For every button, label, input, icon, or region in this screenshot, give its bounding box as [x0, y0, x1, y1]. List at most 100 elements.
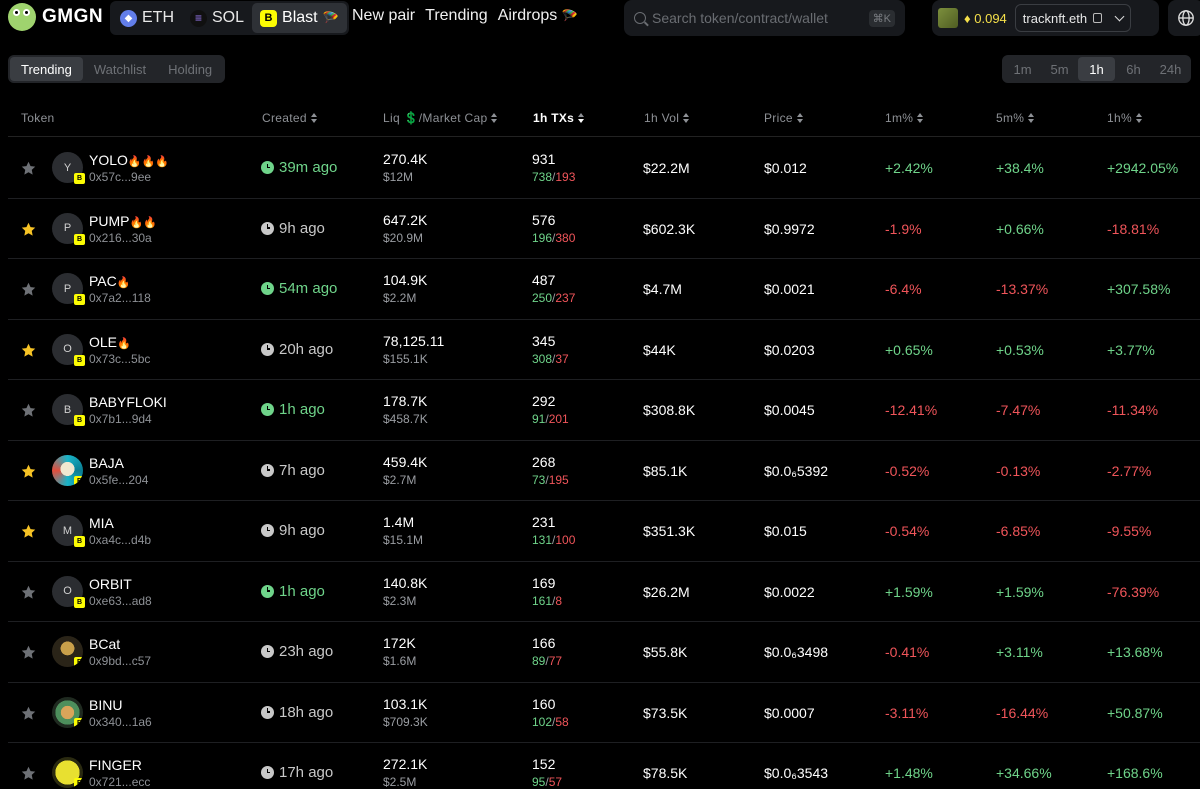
cube-avatar-icon[interactable] [938, 8, 958, 28]
change-1m: -0.52% [885, 462, 930, 479]
table-row[interactable]: B BCat 0x9bd...c57 23h ago 172K $1.6M 16… [8, 622, 1200, 683]
table-row[interactable]: M B MIA 0xa4c...d4b 9h ago 1.4M $15.1M 2… [8, 501, 1200, 562]
star-icon[interactable] [20, 765, 37, 782]
star-shape [21, 161, 36, 175]
star-icon[interactable] [20, 402, 37, 419]
clock-icon [261, 463, 274, 477]
market-cap-value: $2.5M [383, 775, 417, 789]
chain-blast[interactable]: B Blast 🪂 [252, 3, 347, 33]
star-icon[interactable] [20, 705, 37, 722]
interval-6h[interactable]: 6h [1115, 57, 1152, 81]
token-name[interactable]: PUMP🔥🔥 [89, 213, 157, 229]
token-name[interactable]: FINGER [89, 757, 142, 773]
table-row[interactable]: B BINU 0x340...1a6 18h ago 103.1K $709.3… [8, 683, 1200, 743]
table-row[interactable]: O B ORBIT 0xe63...ad8 1h ago 140.8K $2.3… [8, 562, 1200, 622]
interval-1h[interactable]: 1h [1078, 57, 1115, 81]
frog-logo-icon [8, 3, 36, 31]
chain-eth[interactable]: ◆ ETH [112, 3, 182, 33]
tx-count: 487 [532, 272, 556, 288]
created-age: 1h ago [261, 583, 325, 600]
table-row[interactable]: B FINGER 0x721...ecc 17h ago 272.1K $2.5… [8, 743, 1200, 789]
token-address[interactable]: 0x57c...9ee [89, 170, 151, 184]
star-icon[interactable] [20, 584, 37, 601]
token-address[interactable]: 0x5fe...204 [89, 473, 148, 487]
token-name[interactable]: BAJA [89, 455, 124, 471]
star-icon[interactable] [20, 160, 37, 177]
avatar-initial: P [63, 282, 72, 295]
tab-trending[interactable]: Trending [10, 57, 83, 81]
parachute-icon: 🪂 [561, 8, 578, 23]
tab-holding[interactable]: Holding [157, 57, 223, 81]
sort-icon [683, 113, 690, 123]
token-name[interactable]: OLE🔥 [89, 334, 131, 350]
table-row[interactable]: B B BABYFLOKI 0x7b1...9d4 1h ago 178.7K … [8, 380, 1200, 441]
tx-count: 931 [532, 151, 556, 167]
table-row[interactable]: O B OLE🔥 0x73c...5bc 20h ago 78,125.11 $… [8, 320, 1200, 380]
token-name[interactable]: PAC🔥 [89, 273, 130, 289]
token-address[interactable]: 0xe63...ad8 [89, 594, 152, 608]
header-5m[interactable]: 5m% [996, 111, 1035, 125]
header-label: 1m% [885, 111, 914, 125]
star-shape [21, 282, 36, 296]
star-icon[interactable] [20, 644, 37, 661]
star-shape [21, 766, 36, 780]
header-1h[interactable]: 1h% [1107, 111, 1142, 125]
blast-badge-icon: B [74, 475, 83, 486]
market-cap-value: $709.3K [383, 714, 428, 729]
copy-icon[interactable] [1093, 13, 1103, 23]
token-name[interactable]: BINU [89, 697, 122, 713]
token-address[interactable]: 0x73c...5bc [89, 352, 150, 366]
volume-value: $4.7M [643, 281, 682, 297]
created-value: 7h ago [279, 461, 325, 479]
header-liquidity[interactable]: Liq 💲/Market Cap [383, 111, 498, 125]
token-address[interactable]: 0x340...1a6 [89, 715, 152, 729]
token-name[interactable]: MIA [89, 515, 114, 531]
header-created[interactable]: Created [262, 111, 317, 125]
star-icon[interactable] [20, 342, 37, 359]
token-name[interactable]: ORBIT [89, 576, 132, 592]
header-1m[interactable]: 1m% [885, 111, 924, 125]
star-icon[interactable] [20, 463, 37, 480]
token-name[interactable]: YOLO🔥🔥🔥 [89, 152, 169, 168]
star-icon[interactable] [20, 523, 37, 540]
header-price[interactable]: Price [764, 111, 803, 125]
change-1h: -76.39% [1107, 583, 1160, 600]
table-row[interactable]: B BAJA 0x5fe...204 7h ago 459.4K $2.7M 2… [8, 441, 1200, 501]
token-address[interactable]: 0x9bd...c57 [89, 654, 151, 668]
token-address[interactable]: 0x721...ecc [89, 775, 150, 789]
interval-24h[interactable]: 24h [1152, 57, 1189, 81]
table-row[interactable]: Y B YOLO🔥🔥🔥 0x57c...9ee 39m ago 270.4K $… [8, 138, 1200, 199]
token-address[interactable]: 0x7b1...9d4 [89, 412, 152, 426]
token-name[interactable]: BCat [89, 636, 120, 652]
change-1h: +3.77% [1107, 341, 1155, 358]
nav-airdrops[interactable]: Airdrops 🪂 [498, 7, 578, 25]
token-name[interactable]: BABYFLOKI [89, 394, 167, 410]
tab-watchlist[interactable]: Watchlist [83, 57, 157, 81]
table-row[interactable]: P B PUMP🔥🔥 0x216...30a 9h ago 647.2K $20… [8, 199, 1200, 259]
liquidity-value: 140.8K [383, 574, 428, 591]
language-button[interactable] [1168, 0, 1200, 36]
sell-count: 195 [548, 472, 569, 487]
chain-sol[interactable]: ≡ SOL [182, 3, 252, 33]
nav-new-pair[interactable]: New pair [352, 7, 415, 25]
brand-logo[interactable]: GMGN [8, 3, 103, 31]
star-icon[interactable] [20, 281, 37, 298]
token-address[interactable]: 0x216...30a [89, 231, 152, 245]
sell-count: 58 [555, 714, 569, 729]
search-box[interactable]: ⌘K [624, 0, 905, 36]
token-address[interactable]: 0x7a2...118 [89, 291, 151, 305]
table-row[interactable]: P B PAC🔥 0x7a2...118 54m ago 104.9K $2.2… [8, 259, 1200, 320]
star-icon[interactable] [20, 221, 37, 238]
token-address[interactable]: 0xa4c...d4b [89, 533, 151, 547]
change-1h: +13.68% [1107, 644, 1163, 660]
account-dropdown[interactable]: tracknft.eth [1014, 4, 1132, 32]
search-input[interactable] [652, 10, 862, 26]
eth-icon: ◆ [120, 9, 137, 27]
created-age: 9h ago [261, 220, 325, 237]
header-volume[interactable]: 1h Vol [644, 111, 690, 125]
interval-1m[interactable]: 1m [1004, 57, 1041, 81]
interval-5m[interactable]: 5m [1041, 57, 1078, 81]
nav-trending[interactable]: Trending [425, 7, 488, 25]
volume-value: $85.1K [643, 462, 688, 479]
header-txs[interactable]: 1h TXs [533, 111, 585, 125]
